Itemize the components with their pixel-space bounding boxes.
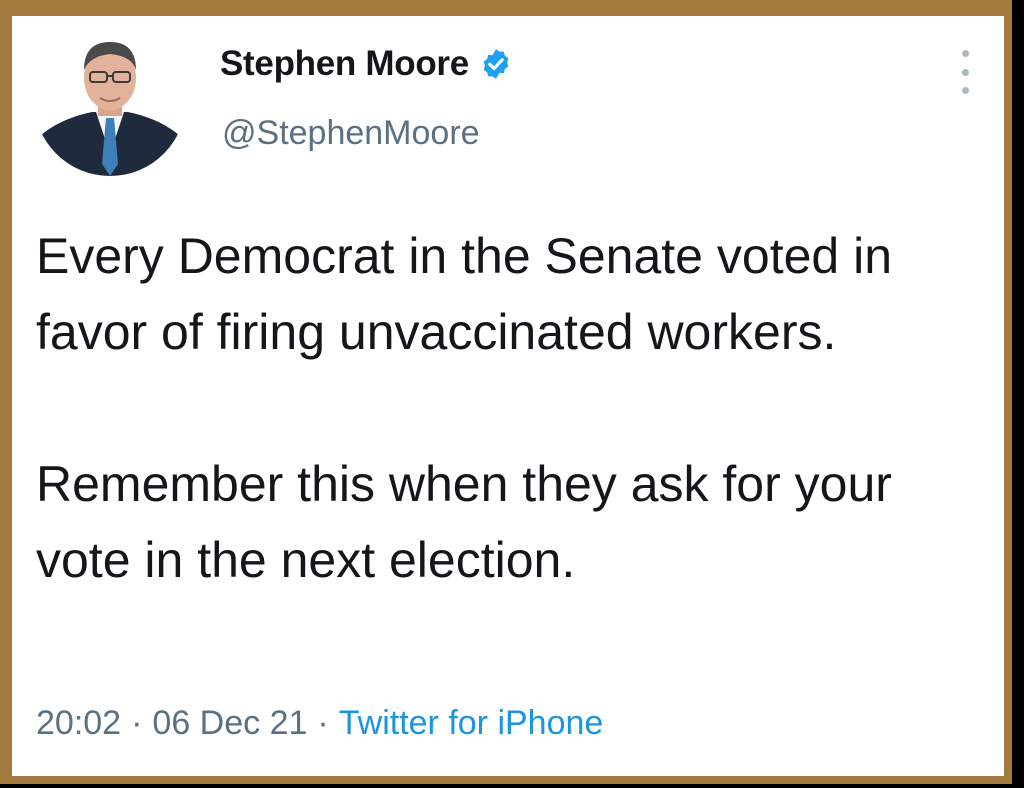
tweet-source-link[interactable]: Twitter for iPhone bbox=[339, 704, 604, 742]
tweet-meta: 20:02 · 06 Dec 21 · Twitter for iPhone bbox=[36, 704, 603, 743]
verified-badge-icon bbox=[479, 47, 513, 81]
tweet-time[interactable]: 20:02 bbox=[36, 704, 121, 742]
tweet-card: Stephen Moore @StephenMoore Every Democr… bbox=[12, 16, 1004, 776]
tweet-date[interactable]: 06 Dec 21 bbox=[152, 704, 307, 742]
photo-frame: Stephen Moore @StephenMoore Every Democr… bbox=[0, 0, 1012, 784]
author-name[interactable]: Stephen Moore bbox=[220, 44, 469, 84]
tweet-paragraph-1: Every Democrat in the Senate voted in fa… bbox=[36, 228, 893, 360]
more-dot bbox=[961, 87, 969, 94]
avatar[interactable] bbox=[34, 24, 186, 176]
meta-separator: · bbox=[317, 704, 329, 742]
avatar-image bbox=[34, 24, 186, 176]
meta-separator: · bbox=[131, 704, 143, 742]
author-handle[interactable]: @StephenMoore bbox=[222, 114, 480, 153]
more-dot bbox=[961, 50, 969, 57]
tweet-paragraph-2: Remember this when they ask for your vot… bbox=[36, 456, 892, 588]
more-dot bbox=[961, 68, 969, 76]
author-name-row: Stephen Moore bbox=[220, 42, 513, 86]
tweet-text: Every Democrat in the Senate voted in fa… bbox=[36, 218, 976, 598]
more-options-icon[interactable] bbox=[958, 50, 972, 94]
